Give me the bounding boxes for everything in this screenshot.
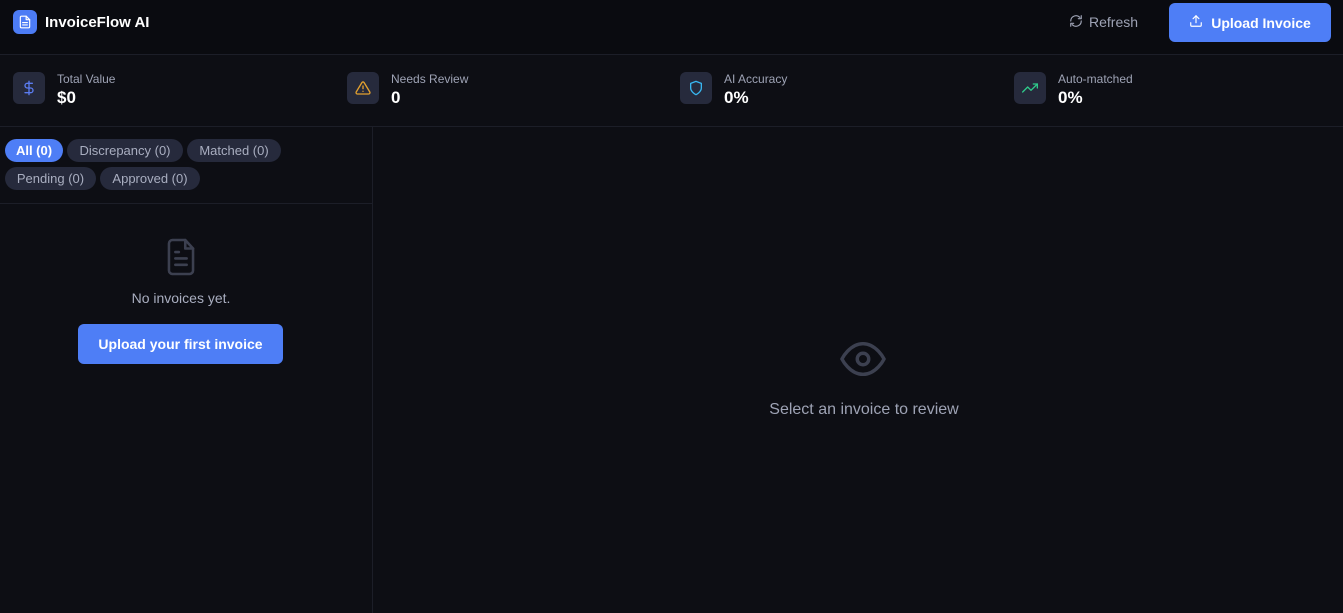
stat-label: Auto-matched xyxy=(1058,72,1133,86)
stat-needs-review: Needs Review 0 xyxy=(347,72,468,109)
upload-first-invoice-button[interactable]: Upload your first invoice xyxy=(78,324,283,364)
empty-list-message: No invoices yet. xyxy=(131,290,231,306)
stat-value: $0 xyxy=(57,88,76,107)
refresh-icon xyxy=(1069,14,1083,31)
invoice-detail-panel: Select an invoice to review xyxy=(374,127,1343,613)
warning-icon xyxy=(347,72,379,104)
empty-detail-message: Select an invoice to review xyxy=(769,401,959,418)
divider xyxy=(0,203,373,204)
stat-value: 0 xyxy=(391,88,401,107)
stat-auto-matched: Auto-matched 0% xyxy=(1014,72,1133,109)
file-text-icon xyxy=(164,237,198,282)
brand[interactable]: InvoiceFlow AI xyxy=(13,10,149,34)
dollar-icon xyxy=(13,72,45,104)
app-title: InvoiceFlow AI xyxy=(45,13,150,31)
filter-all[interactable]: All (0) xyxy=(5,139,63,162)
invoice-list-panel: All (0) Discrepancy (0) Matched (0) Pend… xyxy=(0,127,373,613)
stats-bar: Total Value $0 Needs Review 0 AI Accurac… xyxy=(0,55,1343,127)
filter-discrepancy[interactable]: Discrepancy (0) xyxy=(67,139,183,162)
upload-icon xyxy=(1189,14,1203,31)
stat-label: Needs Review xyxy=(391,72,469,86)
file-text-icon xyxy=(13,10,37,34)
upload-invoice-button[interactable]: Upload Invoice xyxy=(1169,3,1331,42)
stat-value: 0% xyxy=(1058,88,1083,107)
stat-ai-accuracy: AI Accuracy 0% xyxy=(680,72,787,109)
stat-total-value: Total Value $0 xyxy=(13,72,115,109)
stat-label: AI Accuracy xyxy=(724,72,788,86)
upload-invoice-label: Upload Invoice xyxy=(1211,14,1311,31)
shield-icon xyxy=(680,72,712,104)
stat-label: Total Value xyxy=(57,72,116,86)
eye-icon xyxy=(840,336,886,387)
top-bar: InvoiceFlow AI Refresh Upload Invoice xyxy=(0,0,1343,55)
filter-approved[interactable]: Approved (0) xyxy=(100,167,200,190)
filter-pending[interactable]: Pending (0) xyxy=(5,167,96,190)
refresh-button[interactable]: Refresh xyxy=(1061,8,1146,36)
stat-value: 0% xyxy=(724,88,749,107)
refresh-label: Refresh xyxy=(1089,14,1139,30)
trending-up-icon xyxy=(1014,72,1046,104)
filter-matched[interactable]: Matched (0) xyxy=(187,139,281,162)
